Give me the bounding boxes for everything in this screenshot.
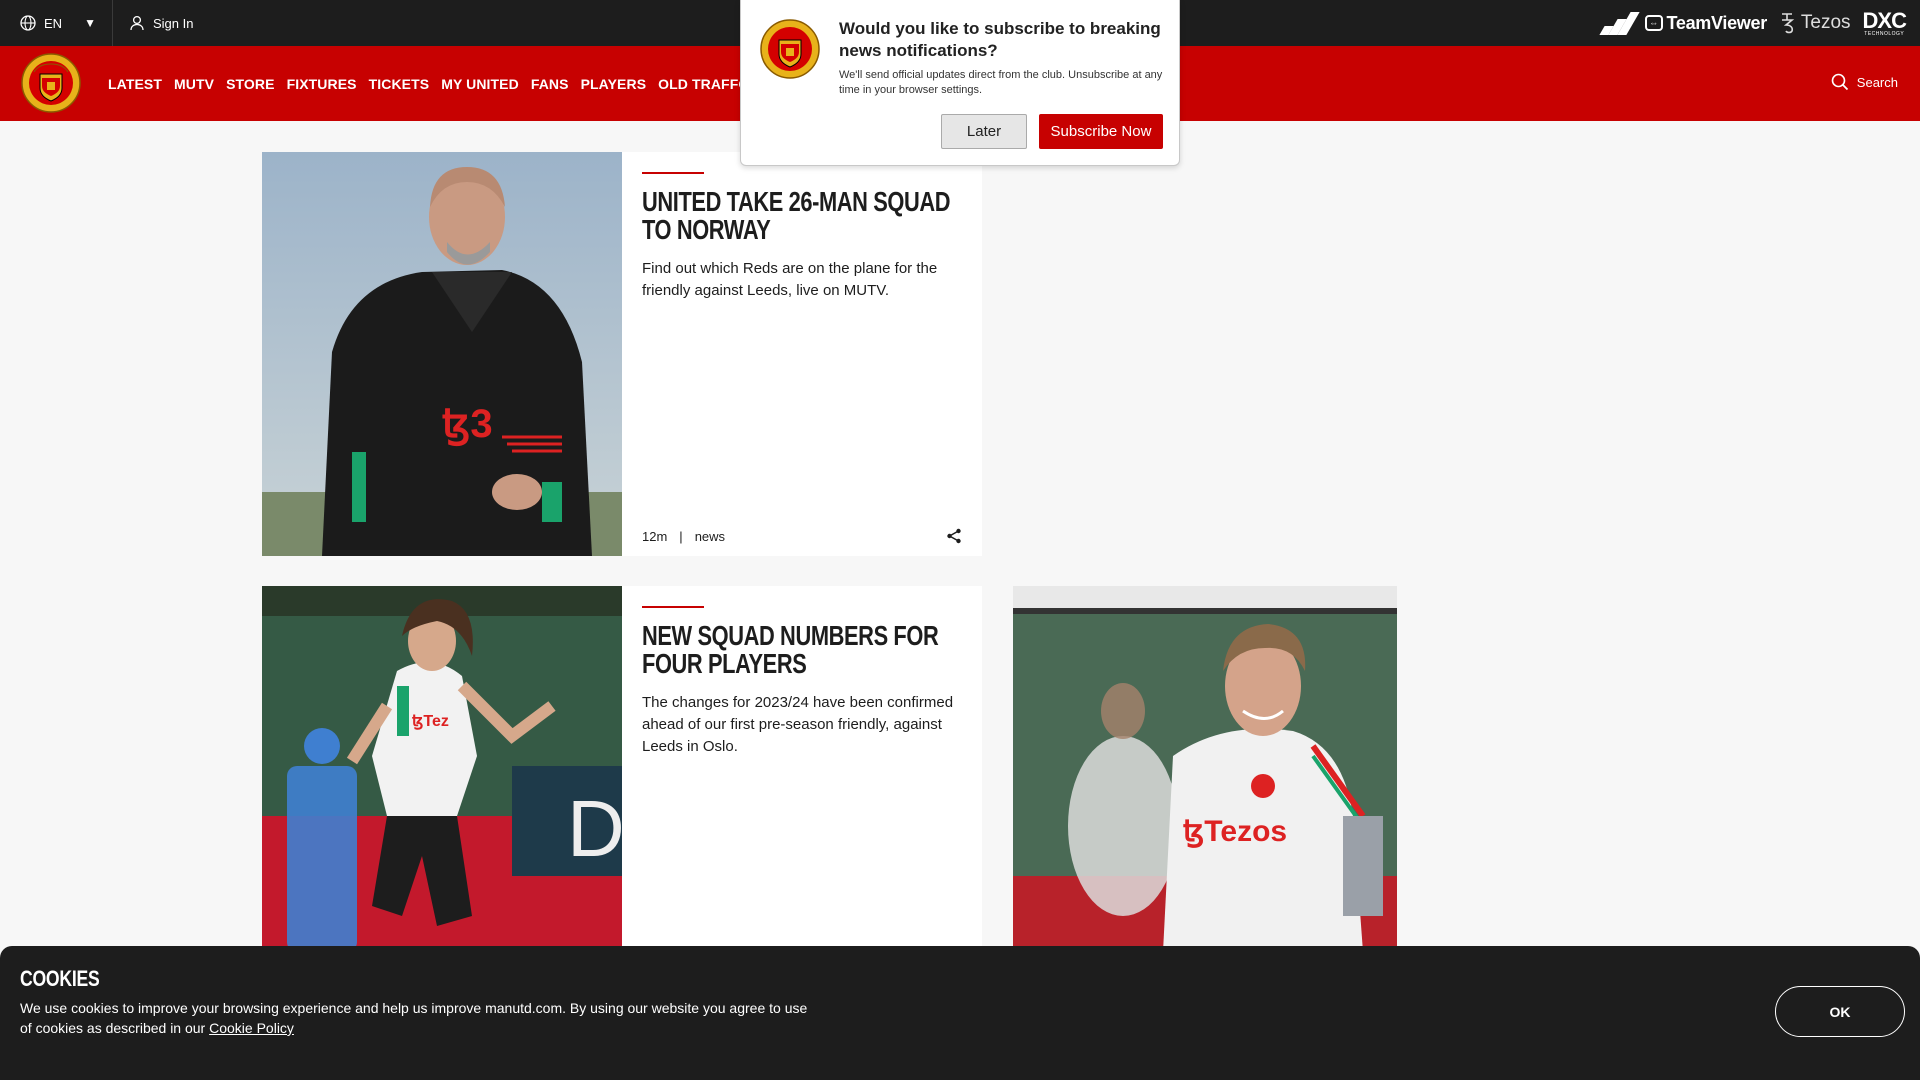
article-category[interactable]: news: [695, 529, 725, 544]
cookie-text: We use cookies to improve your browsing …: [20, 998, 810, 1038]
svg-text:ꜩTez: ꜩTez: [412, 713, 449, 730]
search-button[interactable]: Search: [1831, 73, 1898, 91]
language-label: EN: [44, 15, 63, 31]
teamviewer-label: TeamViewer: [1666, 12, 1768, 33]
article-time: 12m: [642, 529, 668, 544]
dxc-label: DXC: [1862, 7, 1907, 33]
adidas-logo[interactable]: [1598, 11, 1640, 35]
subscribe-now-button[interactable]: Subscribe Now: [1039, 114, 1163, 149]
dxc-sublabel: TECHNOLOGY: [1864, 30, 1905, 37]
article-meta: 12m | news: [642, 529, 725, 544]
globe-icon: [20, 15, 36, 31]
nav-item-latest[interactable]: LATEST: [108, 76, 162, 92]
nav-item-mutv[interactable]: MUTV: [174, 76, 214, 92]
club-crest-logo[interactable]: [20, 52, 82, 114]
chevron-down-icon: ▼: [84, 16, 96, 30]
cookie-ok-button[interactable]: OK: [1775, 986, 1905, 1037]
red-rule: [642, 172, 704, 174]
nav-item-fixtures[interactable]: FIXTURES: [287, 76, 357, 92]
player-photo: D ꜩTez: [262, 586, 622, 952]
nav-item-fans[interactable]: FANS: [531, 76, 569, 92]
later-button[interactable]: Later: [941, 114, 1027, 149]
tezos-icon: [1781, 13, 1795, 34]
sign-in-link[interactable]: Sign In: [113, 15, 193, 31]
article-body: NEW SQUAD NUMBERS FOR FOUR PLAYERS The c…: [622, 586, 982, 952]
teamviewer-logo[interactable]: ⇔ TeamViewer: [1644, 12, 1768, 34]
nav-item-my-united[interactable]: MY UNITED: [441, 76, 519, 92]
nav-item-tickets[interactable]: TICKETS: [369, 76, 430, 92]
svg-text:ꜩ3: ꜩ3: [442, 402, 493, 447]
club-crest-logo: [760, 19, 820, 79]
article-card[interactable]: D ꜩTez NEW SQUAD NUMBERS FOR FOUR PLAYER…: [262, 586, 982, 952]
notification-title: Would you like to subscribe to breaking …: [839, 19, 1161, 60]
sponsor-logos: ⇔ TeamViewer Tezos DXC TECHNOLOGY: [1598, 0, 1907, 46]
cookie-text-body: We use cookies to improve your browsing …: [20, 1000, 808, 1036]
article-image-training[interactable]: ꜩTezos: [1013, 586, 1397, 952]
article-card[interactable]: ꜩ3 UNITED TAKE 26-MAN SQUAD TO NORWAY Fi…: [262, 152, 982, 556]
article-summary: The changes for 2023/24 have been confir…: [642, 694, 954, 755]
nav-menu: LATEST MUTV STORE FIXTURES TICKETS MY UN…: [108, 46, 770, 121]
tezos-logo[interactable]: Tezos: [1779, 12, 1851, 34]
cookie-title: COOKIES: [20, 966, 100, 991]
article-summary: Find out which Reds are on the plane for…: [642, 260, 938, 299]
language-selector[interactable]: EN ▼: [0, 0, 113, 46]
coach-photo: ꜩ3: [262, 152, 622, 556]
meta-separator: |: [679, 529, 683, 544]
cookie-policy-link[interactable]: Cookie Policy: [209, 1020, 294, 1036]
article-image-coach[interactable]: ꜩ3: [262, 152, 622, 556]
red-rule: [642, 606, 704, 608]
article-title[interactable]: UNITED TAKE 26-MAN SQUAD TO NORWAY: [642, 188, 961, 244]
article-image-player[interactable]: D ꜩTez: [262, 586, 622, 952]
search-label: Search: [1856, 74, 1898, 90]
article-title[interactable]: NEW SQUAD NUMBERS FOR FOUR PLAYERS: [642, 622, 961, 678]
svg-text:D: D: [567, 784, 622, 873]
svg-text:ꜩTezos: ꜩTezos: [1183, 815, 1287, 848]
search-icon: [1831, 73, 1848, 91]
nav-item-store[interactable]: STORE: [226, 76, 274, 92]
article-body: UNITED TAKE 26-MAN SQUAD TO NORWAY Find …: [622, 152, 982, 556]
notification-subtitle: We'll send official updates direct from …: [839, 69, 1163, 96]
sign-in-label: Sign In: [152, 15, 194, 31]
training-photo: ꜩTezos: [1013, 586, 1397, 952]
cookie-banner: COOKIES We use cookies to improve your b…: [0, 946, 1920, 1080]
push-notification-dialog: Would you like to subscribe to breaking …: [740, 0, 1180, 166]
share-icon[interactable]: [946, 528, 962, 544]
nav-item-players[interactable]: PLAYERS: [581, 76, 647, 92]
dxc-logo[interactable]: DXC TECHNOLOGY: [1862, 7, 1907, 37]
user-icon: [130, 15, 144, 31]
teamviewer-icon: ⇔: [1644, 15, 1663, 31]
tezos-label: Tezos: [1800, 12, 1851, 33]
